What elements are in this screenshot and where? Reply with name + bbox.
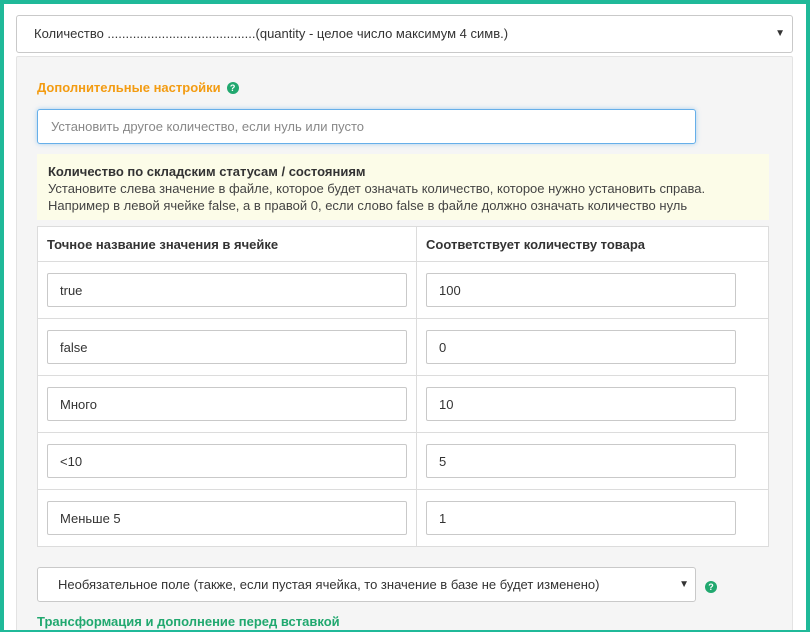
status-value-input[interactable] bbox=[47, 501, 407, 535]
quantity-input[interactable] bbox=[426, 444, 736, 478]
caret-down-icon: ▼ bbox=[679, 579, 689, 590]
table-cell bbox=[37, 489, 417, 547]
status-value-input[interactable] bbox=[47, 444, 407, 478]
column-header-quantity: Соответствует количеству товара bbox=[416, 226, 769, 262]
quantity-input[interactable] bbox=[426, 330, 736, 364]
optional-field-select-value: Необязательное поле (также, если пустая … bbox=[58, 577, 600, 592]
notice-title: Количество по складским статусам / состо… bbox=[48, 164, 366, 179]
field-mapping-select-value: Количество .............................… bbox=[34, 26, 509, 41]
quantity-input[interactable] bbox=[426, 273, 736, 307]
stock-status-notice: Количество по складским статусам / состо… bbox=[37, 154, 769, 220]
quantity-input[interactable] bbox=[426, 387, 736, 421]
additional-settings-title: Дополнительные настройки? bbox=[37, 80, 239, 95]
table-row bbox=[37, 318, 769, 376]
table-row bbox=[37, 489, 769, 547]
table-cell bbox=[416, 489, 769, 547]
field-mapping-select[interactable]: Количество .............................… bbox=[16, 15, 793, 53]
table-cell bbox=[37, 318, 417, 376]
table-cell bbox=[416, 432, 769, 490]
table-row bbox=[37, 432, 769, 490]
table-cell bbox=[37, 261, 417, 319]
window-frame: Количество .............................… bbox=[0, 0, 810, 632]
caret-down-icon: ▼ bbox=[775, 28, 785, 39]
table-cell bbox=[37, 432, 417, 490]
table-header-row: Точное название значения в ячейке Соотве… bbox=[37, 226, 769, 262]
quantity-input[interactable] bbox=[426, 501, 736, 535]
settings-panel: Дополнительные настройки? Количество по … bbox=[16, 56, 793, 630]
table-row bbox=[37, 375, 769, 433]
table-row bbox=[37, 261, 769, 319]
notice-text: Установите слева значение в файле, котор… bbox=[48, 181, 706, 213]
status-value-input[interactable] bbox=[47, 273, 407, 307]
status-value-input[interactable] bbox=[47, 330, 407, 364]
additional-settings-label: Дополнительные настройки bbox=[37, 80, 221, 95]
help-icon[interactable]: ? bbox=[705, 581, 717, 593]
other-quantity-input[interactable] bbox=[37, 109, 696, 144]
column-header-cell-value: Точное название значения в ячейке bbox=[37, 226, 417, 262]
table-cell bbox=[416, 318, 769, 376]
status-value-input[interactable] bbox=[47, 387, 407, 421]
transform-before-insert-link[interactable]: Трансформация и дополнение перед вставко… bbox=[37, 614, 340, 630]
optional-field-select[interactable]: Необязательное поле (также, если пустая … bbox=[37, 567, 696, 602]
help-icon[interactable]: ? bbox=[226, 82, 239, 94]
table-cell bbox=[37, 375, 417, 433]
table-cell bbox=[416, 375, 769, 433]
stock-status-table: Точное название значения в ячейке Соотве… bbox=[37, 226, 769, 547]
table-cell bbox=[416, 261, 769, 319]
